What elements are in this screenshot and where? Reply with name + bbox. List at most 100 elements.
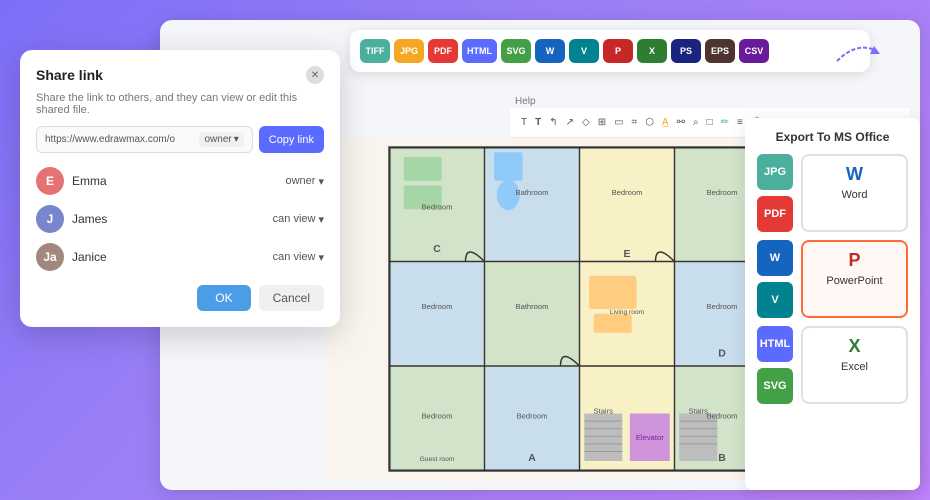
arrow-indicator (832, 36, 882, 71)
role-dropdown[interactable]: can view ▾ (273, 213, 324, 226)
format-btn-word[interactable]: W (535, 39, 565, 63)
role-text: can view (273, 213, 316, 225)
help-label: Help (515, 96, 536, 107)
word-icon: W (846, 164, 863, 185)
share-dialog: Share link ✕ Share the link to others, a… (20, 50, 340, 327)
format-btn-svg[interactable]: SVG (501, 39, 531, 63)
svg-text:Stairs: Stairs (594, 407, 614, 416)
export-side-word[interactable]: W (757, 240, 793, 276)
toolbar-icon-fill[interactable]: A̲ (659, 115, 672, 130)
export-panel-title: Export To MS Office (757, 130, 908, 144)
url-role-badge[interactable]: owner ▾ (199, 132, 243, 147)
avatar: J (36, 205, 64, 233)
svg-text:Bedroom: Bedroom (422, 411, 453, 420)
svg-text:C: C (433, 244, 441, 255)
svg-text:Bedroom: Bedroom (422, 202, 453, 211)
role-chevron: ▾ (318, 251, 324, 264)
url-role-text: owner (204, 134, 231, 145)
user-row: Ja Janice can view ▾ (36, 243, 324, 271)
dialog-description: Share the link to others, and they can v… (36, 92, 324, 116)
export-panel: Export To MS Office JPG PDF W Word W V P… (745, 118, 920, 490)
user-left: Ja Janice (36, 243, 107, 271)
svg-text:Bedroom: Bedroom (422, 302, 453, 311)
url-input-field[interactable]: https://www.edrawmax.com/online/fil owne… (36, 126, 253, 153)
export-side-jpg[interactable]: JPG (757, 154, 793, 190)
export-btn-word[interactable]: W Word (801, 154, 908, 232)
svg-text:Bedroom: Bedroom (612, 188, 643, 197)
role-chevron: ▾ (318, 175, 324, 188)
svg-text:Bathroom: Bathroom (516, 188, 549, 197)
format-btn-ps[interactable]: PS (671, 39, 701, 63)
url-role-chevron: ▾ (234, 134, 239, 145)
role-dropdown[interactable]: owner ▾ (286, 175, 325, 188)
ok-button[interactable]: OK (197, 285, 250, 311)
svg-text:Stairs: Stairs (689, 407, 709, 416)
format-btn-csv[interactable]: CSV (739, 39, 769, 63)
format-btn-html[interactable]: HTML (462, 39, 497, 63)
svg-text:B: B (718, 453, 726, 464)
toolbar-icon-box[interactable]: □ (704, 115, 716, 130)
user-row: J James can view ▾ (36, 205, 324, 233)
format-btn-jpg[interactable]: JPG (394, 39, 424, 63)
toolbar-icon-search[interactable]: ⌕ (690, 115, 702, 130)
svg-text:A: A (528, 453, 536, 464)
toolbar-icon-hex[interactable]: ⬡ (642, 115, 657, 130)
toolbar-icon-pattern[interactable]: ⌗ (629, 115, 641, 130)
format-btn-tiff[interactable]: TIFF (360, 39, 390, 63)
toolbar-icon-text2[interactable]: T (532, 115, 544, 130)
toolbar-icon-shape[interactable]: ◇ (579, 115, 593, 130)
export-btn-powerpoint[interactable]: P PowerPoint (801, 240, 908, 318)
svg-text:Bedroom: Bedroom (517, 411, 548, 420)
export-side-visio[interactable]: V (757, 282, 793, 318)
role-text: can view (273, 251, 316, 263)
svg-text:Living room: Living room (610, 309, 645, 316)
excel-icon: X (848, 336, 860, 357)
export-side-pdf[interactable]: PDF (757, 196, 793, 232)
close-button[interactable]: ✕ (306, 66, 324, 84)
dialog-header: Share link ✕ (36, 66, 324, 84)
format-toolbar: TIFF JPG PDF HTML SVG W V P X PS EPS CSV (350, 30, 870, 72)
format-btn-pdf[interactable]: PDF (428, 39, 458, 63)
copy-link-button[interactable]: Copy link (259, 126, 324, 153)
format-btn-excel[interactable]: X (637, 39, 667, 63)
toolbar-icon-arrow[interactable]: ↗ (563, 115, 577, 130)
excel-label: Excel (841, 361, 868, 373)
format-btn-ppt[interactable]: P (603, 39, 633, 63)
role-dropdown[interactable]: can view ▾ (273, 251, 324, 264)
svg-text:E: E (624, 249, 631, 260)
user-name: James (72, 212, 107, 226)
svg-text:Elevator: Elevator (636, 433, 664, 442)
word-label: Word (841, 189, 867, 201)
svg-text:Bathroom: Bathroom (516, 302, 549, 311)
toolbar-icon-text[interactable]: T (518, 115, 530, 130)
user-name: Janice (72, 250, 107, 264)
user-left: J James (36, 205, 107, 233)
avatar: E (36, 167, 64, 195)
url-text: https://www.edrawmax.com/online/fil (45, 134, 175, 145)
dialog-actions: OK Cancel (36, 285, 324, 311)
user-row: E Emma owner ▾ (36, 167, 324, 195)
export-btn-excel[interactable]: X Excel (801, 326, 908, 404)
format-btn-eps[interactable]: EPS (705, 39, 735, 63)
export-side-html[interactable]: HTML (757, 326, 793, 362)
svg-text:Bedroom: Bedroom (707, 188, 738, 197)
cancel-button[interactable]: Cancel (259, 285, 324, 311)
svg-text:Bedroom: Bedroom (707, 302, 738, 311)
powerpoint-label: PowerPoint (826, 275, 882, 287)
url-row: https://www.edrawmax.com/online/fil owne… (36, 126, 324, 153)
user-list: E Emma owner ▾ J James can view ▾ Ja Jan… (36, 167, 324, 271)
svg-text:D: D (718, 349, 726, 360)
dialog-title: Share link (36, 67, 103, 83)
svg-text:Guest room: Guest room (420, 456, 455, 463)
toolbar-icon-grid[interactable]: ⊞ (595, 115, 609, 130)
toolbar-icon-pen[interactable]: ✏ (718, 115, 732, 130)
toolbar-icon-link[interactable]: ⚯ (674, 115, 688, 130)
powerpoint-icon: P (848, 250, 860, 271)
export-side-svg[interactable]: SVG (757, 368, 793, 404)
user-left: E Emma (36, 167, 107, 195)
toolbar-icon-rect[interactable]: ▭ (611, 115, 626, 130)
role-text: owner (286, 175, 316, 187)
format-btn-visio[interactable]: V (569, 39, 599, 63)
toolbar-icon-corner[interactable]: ↰ (546, 115, 560, 130)
user-name: Emma (72, 174, 107, 188)
